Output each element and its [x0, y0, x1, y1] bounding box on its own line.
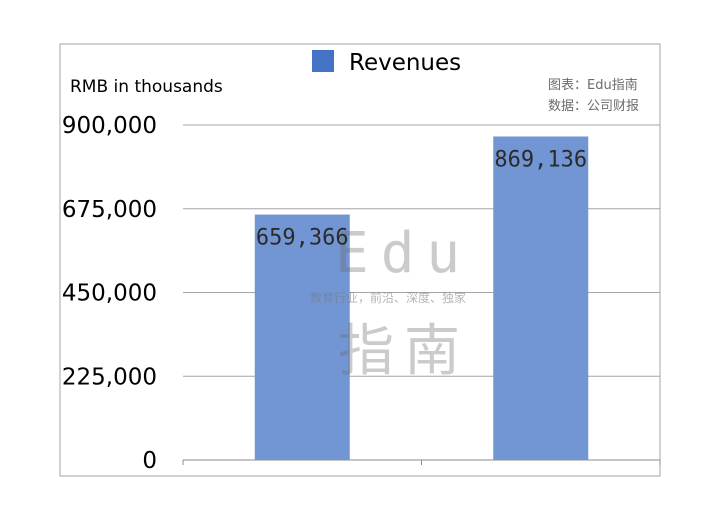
legend-label: Revenues [349, 50, 461, 76]
y-tick-label: 675,000 [62, 197, 157, 223]
source-line-2: 数据：公司财报 [548, 99, 639, 114]
bar-data-label: 659,366 [256, 226, 349, 251]
bar-data-label: 869,136 [494, 147, 587, 172]
y-tick-label: 0 [142, 448, 157, 474]
watermark-latin: Edu [335, 221, 472, 286]
y-tick-label: 450,000 [62, 281, 157, 307]
source-line-1: 图表：Edu指南 [548, 77, 638, 93]
y-axis-unit-label: RMB in thousands [70, 77, 223, 97]
bar [493, 136, 589, 460]
y-tick-label: 900,000 [62, 113, 157, 139]
legend-swatch [312, 50, 334, 72]
revenue-bar-chart: 0 225,000 450,000 675,000 900,000 Edu 教育行业，前… [59, 43, 661, 477]
y-tick-label: 225,000 [62, 364, 157, 390]
watermark-cjk: 指南 [338, 319, 470, 384]
watermark-tagline: 教育行业，前沿、深度、独家 [310, 290, 466, 305]
